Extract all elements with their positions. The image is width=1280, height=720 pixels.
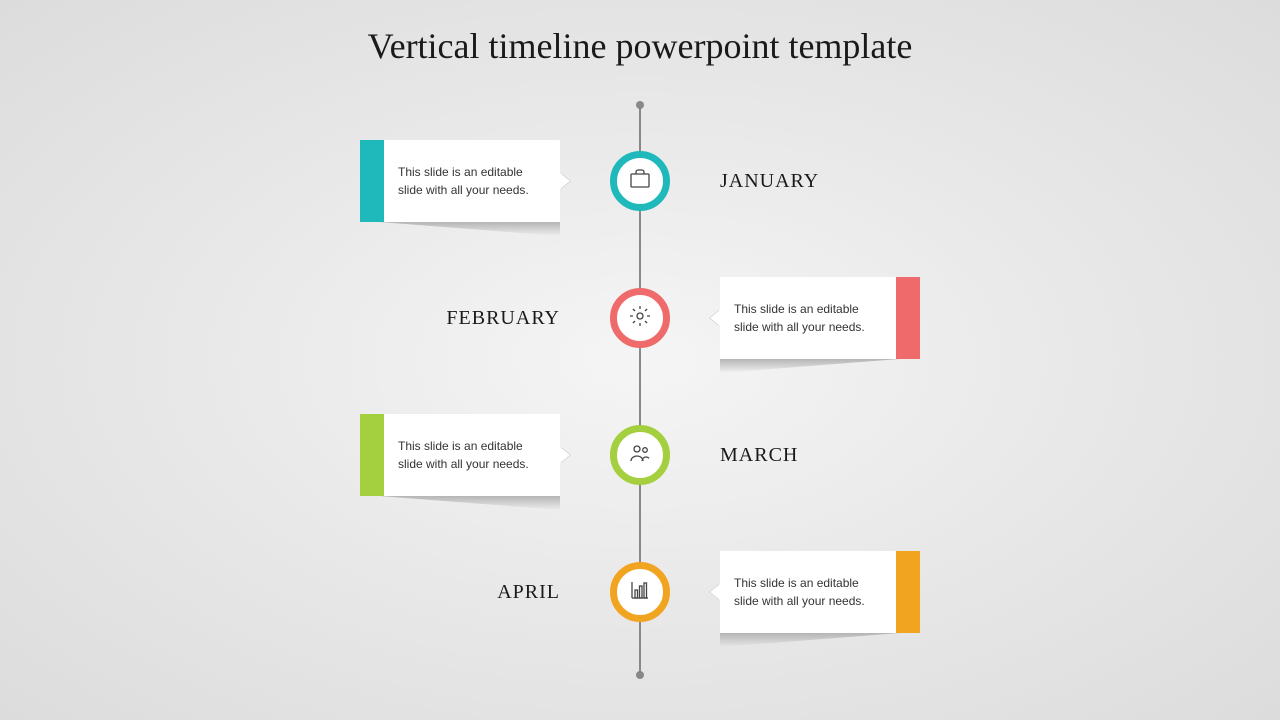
card-fold-4 (720, 633, 920, 647)
timeline-card-2: This slide is an editable slide with all… (720, 277, 920, 359)
timeline-node-4 (610, 562, 670, 622)
card-text-2: This slide is an editable slide with all… (720, 290, 896, 346)
card-accent-2 (896, 277, 920, 359)
timeline-node-1 (610, 151, 670, 211)
timeline-dot-bottom (636, 671, 644, 679)
chart-icon (628, 578, 652, 607)
card-accent-3 (360, 414, 384, 496)
month-label-1: JANUARY (720, 170, 819, 193)
card-pointer-3 (560, 447, 570, 463)
card-fold-3 (360, 496, 560, 510)
timeline-node-2 (610, 288, 670, 348)
month-label-3: MARCH (720, 444, 798, 467)
card-text-3: This slide is an editable slide with all… (384, 427, 560, 483)
timeline-node-3 (610, 425, 670, 485)
briefcase-icon (628, 167, 652, 196)
card-fold-1 (360, 222, 560, 236)
timeline-card-4: This slide is an editable slide with all… (720, 551, 920, 633)
timeline-dot-top (636, 101, 644, 109)
people-icon (628, 441, 652, 470)
card-accent-4 (896, 551, 920, 633)
card-pointer-4 (710, 584, 720, 600)
gear-icon (628, 304, 652, 333)
card-text-1: This slide is an editable slide with all… (384, 153, 560, 209)
month-label-2: FEBRUARY (446, 307, 560, 330)
page-title: Vertical timeline powerpoint template (0, 25, 1280, 67)
card-pointer-2 (710, 310, 720, 326)
card-fold-2 (720, 359, 920, 373)
timeline-card-3: This slide is an editable slide with all… (360, 414, 560, 496)
card-pointer-1 (560, 173, 570, 189)
card-accent-1 (360, 140, 384, 222)
card-text-4: This slide is an editable slide with all… (720, 564, 896, 620)
timeline-card-1: This slide is an editable slide with all… (360, 140, 560, 222)
month-label-4: APRIL (497, 581, 560, 604)
